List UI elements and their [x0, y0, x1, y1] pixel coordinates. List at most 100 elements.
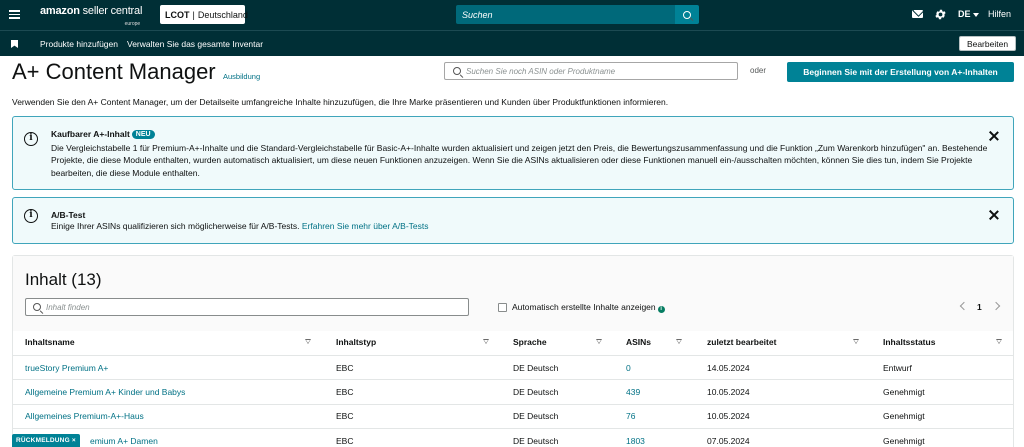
table-row-divider [13, 379, 1013, 380]
hamburger-menu-icon[interactable] [9, 10, 20, 19]
global-search-input[interactable]: Suchen [456, 5, 675, 24]
bookmark-bar: Produkte hinzufügen Verwalten Sie das ge… [0, 30, 1024, 56]
auto-content-label-text: Automatisch erstellte Inhalte anzeigen [512, 302, 656, 312]
intro-text: Verwenden Sie den A+ Content Manager, um… [12, 97, 669, 107]
table-row-divider [13, 428, 1013, 429]
sort-caret-icon[interactable] [996, 339, 1002, 344]
top-bar: amazon seller central europe LCOT | Deut… [0, 0, 1024, 30]
alert-title: Kaufbarer A+-Inhalt NEU [51, 129, 155, 139]
close-icon[interactable] [989, 210, 999, 220]
or-separator: oder [750, 66, 767, 75]
content-title: Inhalt (13) [25, 270, 102, 289]
gear-icon[interactable] [934, 8, 947, 21]
help-link[interactable]: Hilfen [988, 9, 1011, 19]
table-row-name-link[interactable]: Allgemeine Premium A+ Kinder und Babys [25, 387, 185, 397]
table-cell-asins-link[interactable]: 0 [626, 363, 631, 373]
table-header-divider [13, 355, 1013, 356]
table-cell-status: Genehmigt [883, 411, 925, 421]
column-header-last-edited[interactable]: zuletzt bearbeitet [707, 337, 776, 347]
content-card: Inhalt (13) Inhalt finden Automatisch er… [12, 255, 1014, 447]
table-cell-last-edited: 10.05.2024 [707, 411, 750, 421]
search-icon [33, 303, 41, 311]
card-header [13, 256, 1013, 331]
table-cell-asins-link[interactable]: 439 [626, 387, 640, 397]
sort-caret-icon[interactable] [596, 339, 602, 344]
feedback-button[interactable]: RÜCKMELDUNG × [12, 434, 80, 447]
table-cell-asins-link[interactable]: 76 [626, 411, 635, 421]
alert-shoppable-content: i Kaufbarer A+-Inhalt NEU Die Vergleichst… [12, 116, 1014, 190]
table-cell-asins-link[interactable]: 1803 [626, 436, 645, 446]
table-row-name-link[interactable]: trueStory Premium A+ [25, 363, 108, 373]
table-row-name-link[interactable]: Allgemeines Premium-A+-Haus [25, 411, 144, 421]
info-icon: i [24, 209, 38, 223]
table-row-name-link[interactable]: emium A+ Damen [90, 436, 158, 446]
new-badge: NEU [131, 130, 155, 139]
mail-icon[interactable] [912, 10, 923, 18]
language-code: DE [958, 9, 971, 19]
search-icon [453, 67, 461, 75]
table-row-divider [13, 404, 1013, 405]
auto-content-label: Automatisch erstellte Inhalte anzeigen i [512, 302, 665, 313]
logo-text-rest: seller central [82, 5, 143, 17]
table-cell-type: EBC [336, 411, 354, 421]
column-header-name[interactable]: Inhaltsname [25, 337, 75, 347]
table-cell-last-edited: 07.05.2024 [707, 436, 750, 446]
feedback-label: RÜCKMELDUNG [16, 437, 70, 444]
training-link[interactable]: Ausbildung [223, 72, 260, 81]
alert-body-text: Einige Ihrer ASINs qualifizieren sich mö… [51, 221, 300, 231]
search-icon [683, 10, 691, 19]
pagination-current-page: 1 [977, 302, 982, 312]
table-cell-last-edited: 10.05.2024 [707, 387, 750, 397]
nav-link-manage-inventory[interactable]: Verwalten Sie das gesamte Inventar [127, 39, 263, 49]
table-cell-last-edited: 14.05.2024 [707, 363, 750, 373]
seller-central-logo[interactable]: amazon seller central europe [40, 5, 143, 27]
sort-caret-icon[interactable] [853, 339, 859, 344]
alert-body: Die Vergleichstabelle 1 für Premium-A+-I… [51, 143, 988, 178]
asin-search-input[interactable]: Suchen Sie noch ASIN oder Produktname [444, 62, 738, 80]
table-cell-status: Genehmigt [883, 436, 925, 446]
logo-region: europe [124, 21, 141, 27]
store-code: LCOT [165, 9, 190, 20]
table-cell-status: Genehmigt [883, 387, 925, 397]
global-search-button[interactable] [675, 5, 699, 24]
alert-title: A/B-Test [51, 210, 86, 220]
table-cell-type: EBC [336, 363, 354, 373]
sort-caret-icon[interactable] [305, 339, 311, 344]
sort-caret-icon[interactable] [483, 339, 489, 344]
filter-placeholder: Inhalt finden [46, 303, 90, 312]
close-icon[interactable]: × [72, 437, 76, 444]
table-cell-status: Entwurf [883, 363, 912, 373]
info-icon: i [24, 132, 38, 146]
column-header-status[interactable]: Inhaltsstatus [883, 337, 935, 347]
table-cell-type: EBC [336, 436, 354, 446]
table-cell-language: DE Deutsch [513, 411, 559, 421]
store-country: Deutschland [197, 9, 248, 20]
edit-bookmarks-button[interactable]: Bearbeiten [959, 36, 1016, 51]
table-cell-type: EBC [336, 387, 354, 397]
language-selector[interactable]: DE [958, 9, 979, 19]
asin-search-placeholder: Suchen Sie noch ASIN oder Produktname [466, 67, 616, 76]
start-creating-button[interactable]: Beginnen Sie mit der Erstellung von A+-I… [787, 62, 1014, 82]
alert-title-text: Kaufbarer A+-Inhalt [51, 129, 130, 139]
page-title: A+ Content Manager [12, 59, 216, 84]
column-header-asins[interactable]: ASINs [626, 337, 651, 347]
bookmark-icon[interactable] [11, 40, 18, 48]
table-cell-language: DE Deutsch [513, 436, 559, 446]
chevron-down-icon [972, 12, 979, 17]
close-icon[interactable] [989, 131, 999, 141]
marketplace-selector[interactable]: LCOT | Deutschland [160, 5, 248, 24]
table-cell-language: DE Deutsch [513, 387, 559, 397]
info-icon[interactable]: i [657, 306, 665, 313]
auto-content-checkbox[interactable] [498, 303, 507, 312]
sort-caret-icon[interactable] [676, 339, 682, 344]
column-header-language[interactable]: Sprache [513, 337, 547, 347]
content-filter-input[interactable]: Inhalt finden [25, 298, 469, 316]
logo-text-main: amazon [40, 5, 80, 17]
alert-ab-test: i A/B-Test Einige Ihrer ASINs qualifizie… [12, 197, 1014, 244]
nav-link-add-products[interactable]: Produkte hinzufügen [40, 39, 118, 49]
alert-body: Einige Ihrer ASINs qualifizieren sich mö… [51, 220, 991, 232]
column-header-type[interactable]: Inhaltstyp [336, 337, 376, 347]
ab-test-learn-more-link[interactable]: Erfahren Sie mehr über A/B-Tests [302, 221, 429, 231]
store-separator: | [192, 9, 195, 20]
table-cell-language: DE Deutsch [513, 363, 559, 373]
